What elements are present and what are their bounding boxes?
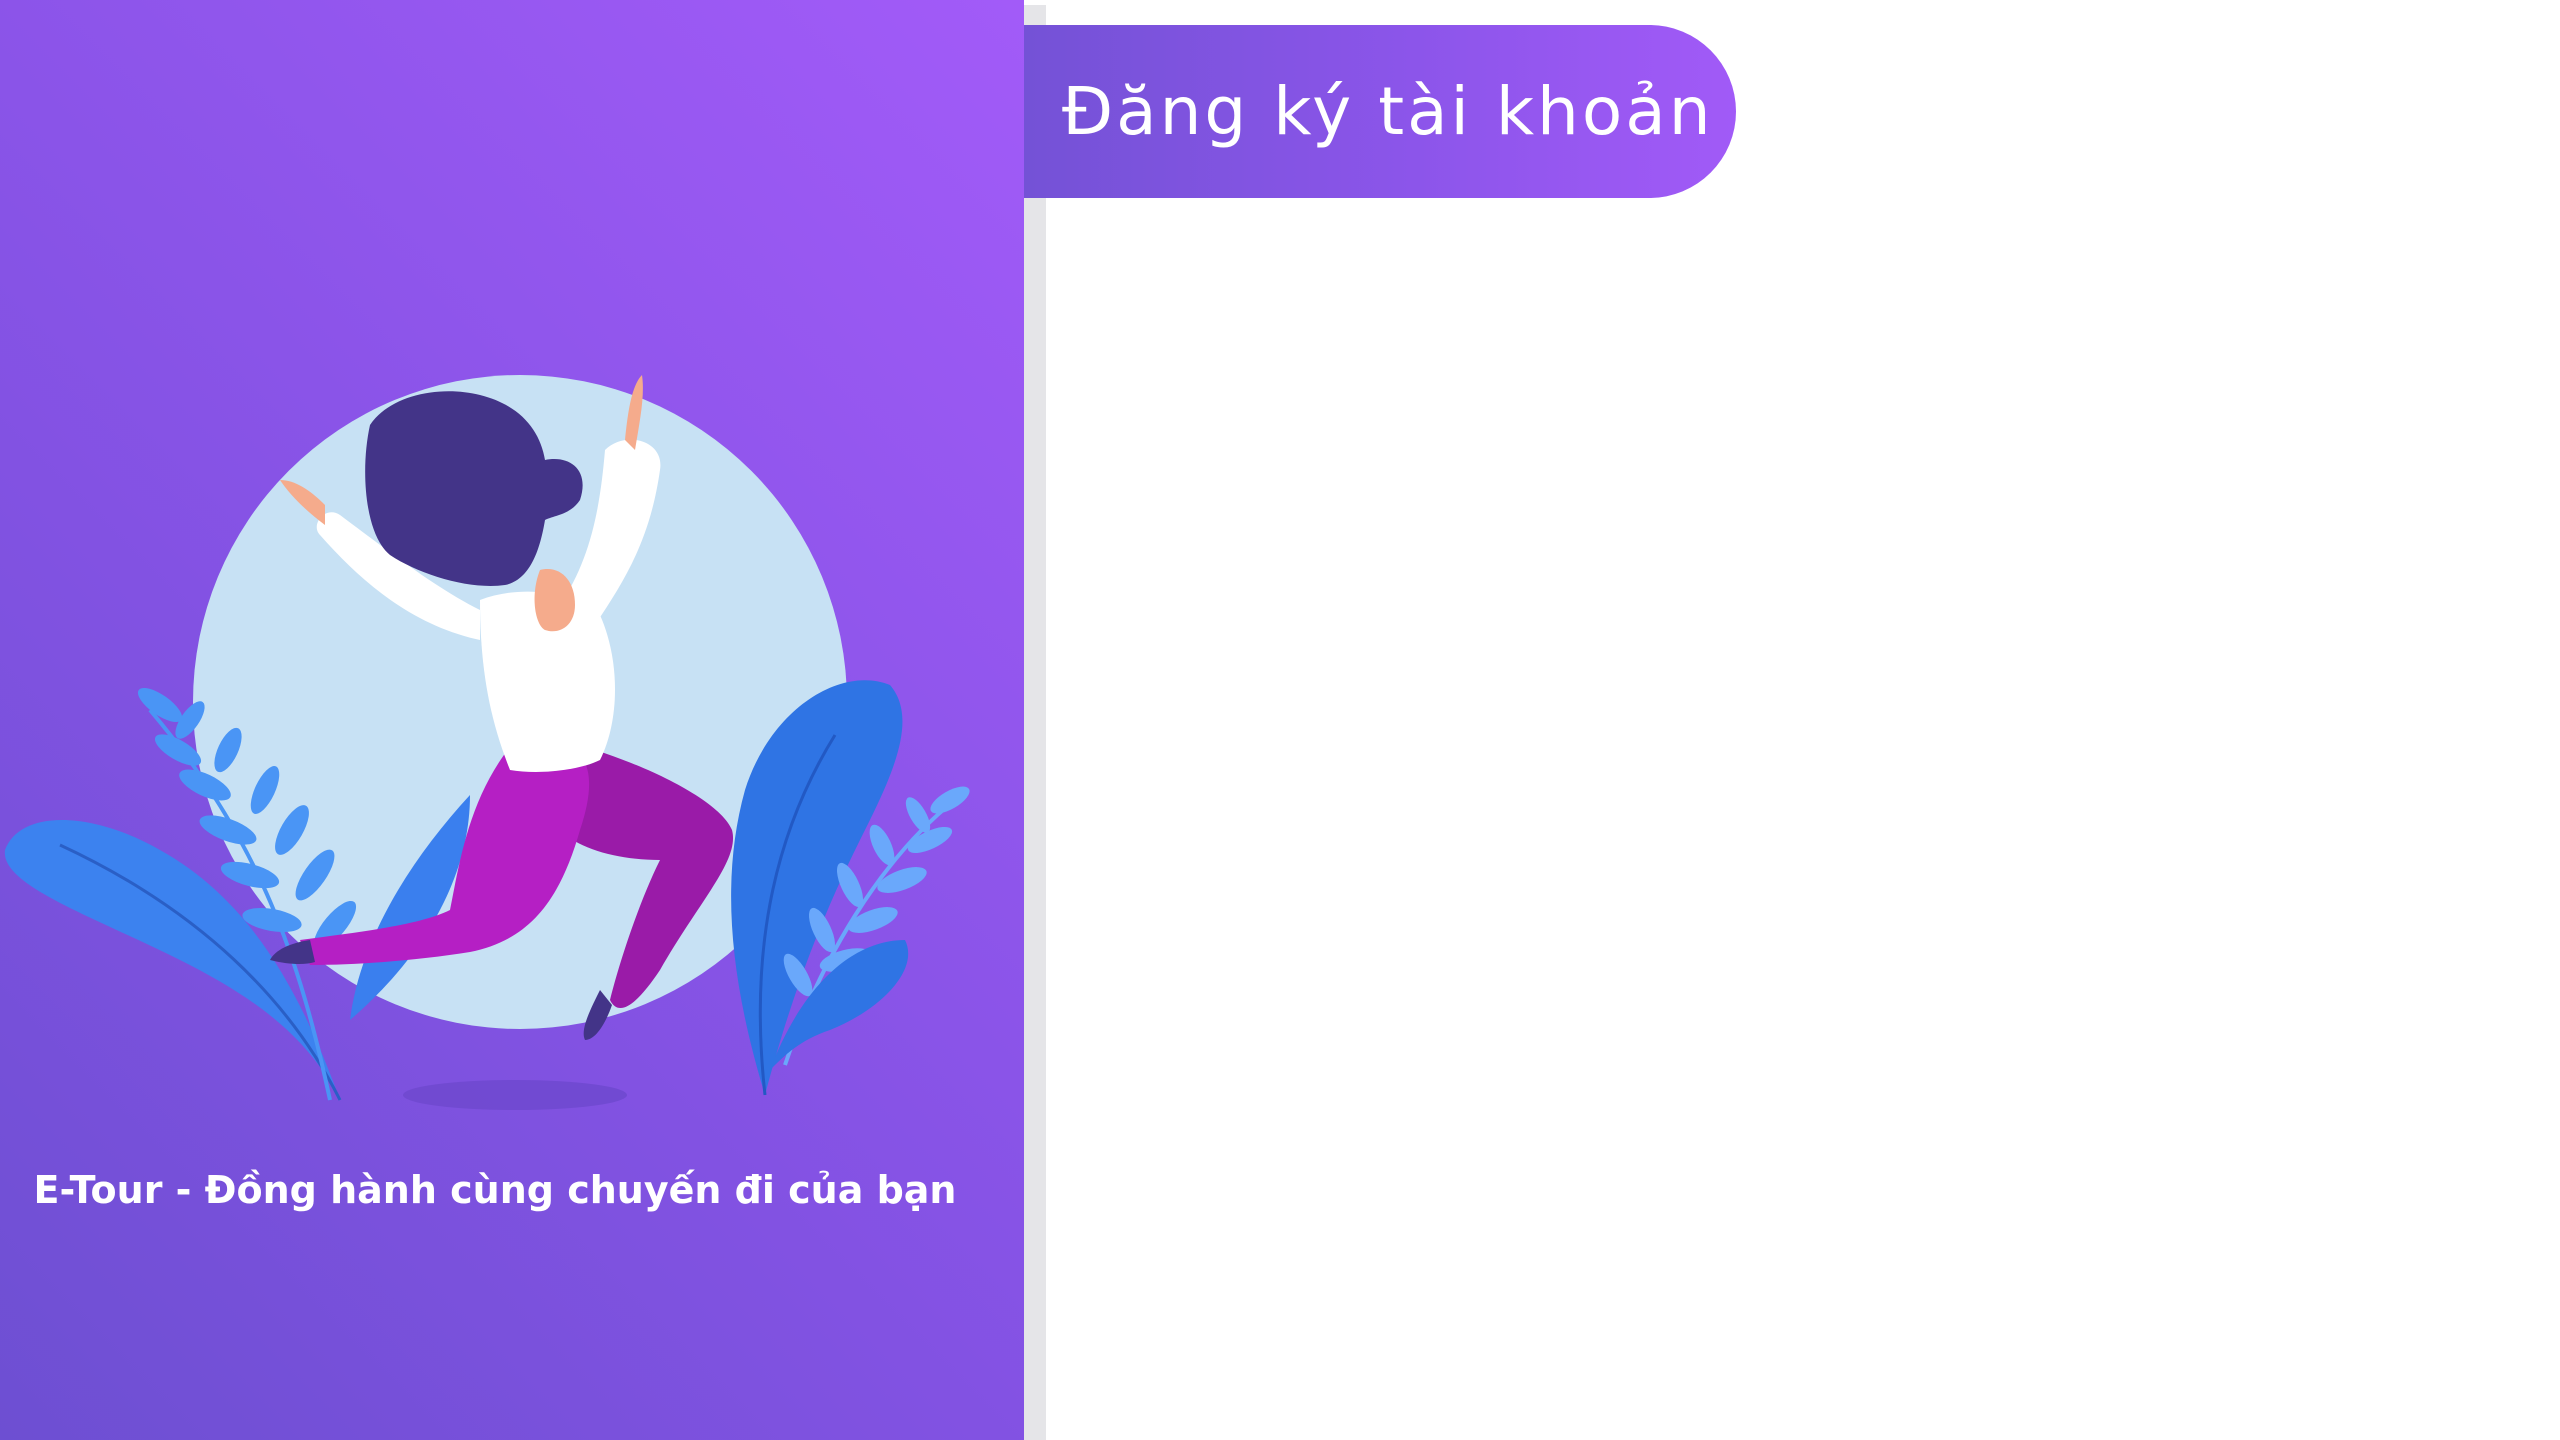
ground-shadow bbox=[403, 1080, 627, 1110]
hero-panel: E-Tour - Đồng hành cùng chuyến đi của bạ… bbox=[0, 0, 1024, 1440]
woman-jumping-illustration bbox=[4, 375, 970, 1110]
page-title-banner: Đăng ký tài khoản bbox=[1024, 25, 1736, 198]
panel-divider bbox=[1024, 5, 1046, 1440]
page-title: Đăng ký tài khoản bbox=[1062, 73, 1714, 150]
hero-tagline: E-Tour - Đồng hành cùng chuyến đi của bạ… bbox=[33, 1168, 957, 1212]
